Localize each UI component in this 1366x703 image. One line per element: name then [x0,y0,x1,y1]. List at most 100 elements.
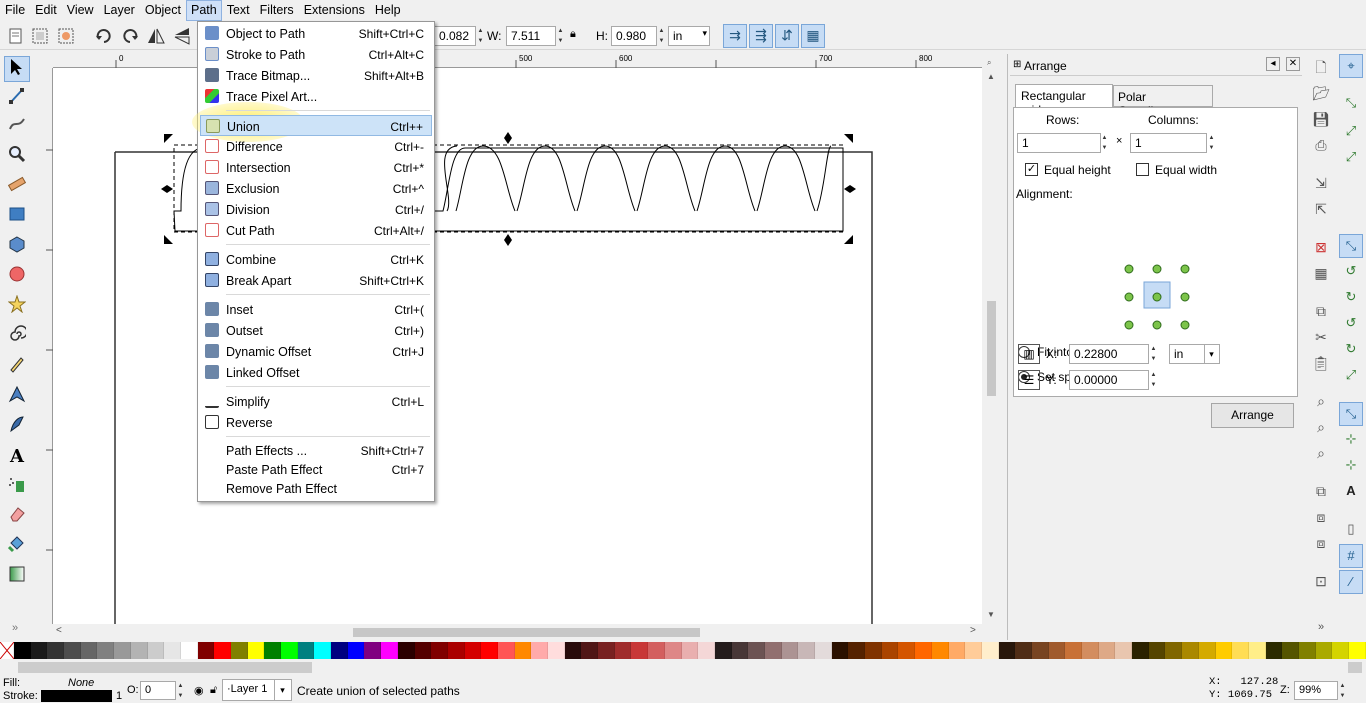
color-swatch[interactable] [1282,642,1299,659]
export-icon[interactable]: ⇱ [1310,198,1332,220]
color-swatch[interactable] [314,642,332,659]
snap-text-icon[interactable]: A [1339,480,1363,504]
menu-item-division[interactable]: Division Ctrl+/ [200,199,432,220]
drawing-canvas[interactable] [53,68,982,624]
transform-gradients-button[interactable]: ⇵ [775,24,799,48]
layer-visibility-icon[interactable]: ◉ [194,684,204,697]
transform-patterns-button[interactable]: ▦ [801,24,825,48]
menu-extensions[interactable]: Extensions [299,0,370,21]
color-swatch[interactable] [331,642,348,659]
redo-icon[interactable]: ▦ [1310,262,1332,284]
lock-icon[interactable]: 🔒︎ [570,28,576,41]
color-swatch[interactable] [80,642,98,659]
menu-item-combine[interactable]: Combine Ctrl+K [200,249,432,270]
color-swatch[interactable] [481,642,498,659]
clone-icon[interactable]: ⧈ [1310,506,1332,528]
color-swatch[interactable] [147,642,165,659]
color-swatch[interactable] [1015,642,1032,659]
menu-file[interactable]: File [0,0,30,21]
rotate-ccw-icon[interactable] [94,26,114,46]
paint-bucket-tool-icon[interactable] [4,534,30,560]
color-swatch[interactable] [497,642,515,659]
print-icon[interactable]: ⎙ [1310,134,1332,156]
zoom-spinner[interactable]: ▲ ▼ [1338,681,1347,701]
open-folder-icon[interactable]: 📂︎ [1310,82,1332,104]
snap-path-icon[interactable]: ↺ [1339,260,1363,284]
color-swatch[interactable] [214,642,231,659]
tweak-tool-icon[interactable] [4,114,30,140]
star-tool-icon[interactable] [4,294,30,320]
color-swatch[interactable] [414,642,432,659]
columns-spinner[interactable]: ▲ ▼ [1207,133,1216,153]
color-swatch[interactable] [831,642,849,659]
scroll-left-icon[interactable]: < [56,625,62,636]
scale-corners-button[interactable]: ⇶ [749,24,773,48]
color-swatch[interactable] [1198,642,1216,659]
height-field[interactable]: 0.980 [611,26,657,46]
menu-item-simplify[interactable]: Simplify Ctrl+L [200,391,432,412]
undo-icon[interactable]: ⊠ [1310,236,1332,258]
selector-tool-icon[interactable] [4,56,30,82]
menu-item-inset[interactable]: Inset Ctrl+( [200,299,432,320]
color-swatch[interactable] [1048,642,1066,659]
menu-item-difference[interactable]: Difference Ctrl+- [200,136,432,157]
color-swatch[interactable] [614,642,632,659]
menu-filters[interactable]: Filters [255,0,299,21]
zoom-corner-icon[interactable]: ⌕ [987,58,991,68]
palette-scroll-right[interactable] [1348,662,1362,673]
color-swatch[interactable] [815,642,832,659]
measure-tool-icon[interactable] [4,174,30,200]
color-swatch[interactable] [731,642,749,659]
spiral-tool-icon[interactable] [4,324,30,350]
spacing-x-spinner[interactable]: ▲ ▼ [1149,344,1158,364]
horizontal-scrollbar[interactable]: < > [53,624,982,641]
zoom-field[interactable]: 99% [1294,681,1338,700]
x-spinner[interactable]: ▲ ▼ [476,26,485,46]
color-swatch[interactable] [30,642,48,659]
menu-item-linked-offset[interactable]: Linked Offset [200,362,432,383]
dialog-close-button[interactable]: ✕ [1286,57,1300,71]
text-tool-icon[interactable]: A [4,444,30,470]
rotate-cw-icon[interactable] [120,26,140,46]
snap-cusp-icon[interactable]: ↺ [1339,312,1363,336]
select-all-layers-icon[interactable] [30,26,50,46]
horizontal-scroll-thumb[interactable] [353,628,700,637]
stroke-width-value[interactable]: 1 [116,690,122,702]
color-swatch[interactable] [381,642,398,659]
zoom-selection-icon[interactable]: ⌕ [1310,390,1332,412]
menu-item-dynamic-offset[interactable]: Dynamic Offset Ctrl+J [200,341,432,362]
width-field[interactable]: 7.511 [506,26,556,46]
x-field[interactable]: 0.082 [434,26,476,46]
fill-indicator[interactable]: None [68,677,94,689]
color-swatch[interactable] [397,642,415,659]
spacing-y-field[interactable]: 0.00000 [1069,370,1149,390]
color-swatch[interactable] [447,642,465,659]
color-swatch[interactable] [881,642,899,659]
node-tool-icon[interactable] [4,86,30,112]
color-swatch[interactable] [648,642,665,659]
menu-item-union[interactable]: Union Ctrl++ [200,115,432,136]
snap-rotation-center-icon[interactable]: ⊹ [1339,428,1363,452]
equal-height-checkbox[interactable]: ✓ [1025,163,1038,176]
color-swatch[interactable] [1265,642,1283,659]
color-swatch[interactable] [915,642,932,659]
cut-icon[interactable]: ✂ [1310,326,1332,348]
tab-rectangular-grid[interactable]: Rectangular grid [1015,84,1113,117]
copy-icon[interactable]: ⧉ [1310,300,1332,322]
menu-view[interactable]: View [62,0,99,21]
menu-text[interactable]: Text [222,0,255,21]
color-swatch[interactable] [998,642,1016,659]
height-spinner[interactable]: ▲ ▼ [657,26,666,46]
color-swatch[interactable] [764,642,782,659]
save-icon[interactable]: 💾︎ [1310,108,1332,130]
menu-item-cut-path[interactable]: Cut Path Ctrl+Alt+/ [200,220,432,241]
stroke-indicator[interactable] [41,690,112,702]
color-swatch[interactable] [64,642,81,659]
menu-item-object-to-path[interactable]: Object to Path Shift+Ctrl+C [200,23,432,44]
spacing-y-spinner[interactable]: ▲ ▼ [1149,370,1158,390]
color-swatch[interactable] [347,642,365,659]
layer-select[interactable]: ·Layer 1 ▾ [222,679,292,701]
color-swatch[interactable] [1248,642,1266,659]
alignment-grid-icons[interactable] [1118,256,1198,336]
zoom-page-icon[interactable]: ⌕ [1310,442,1332,464]
